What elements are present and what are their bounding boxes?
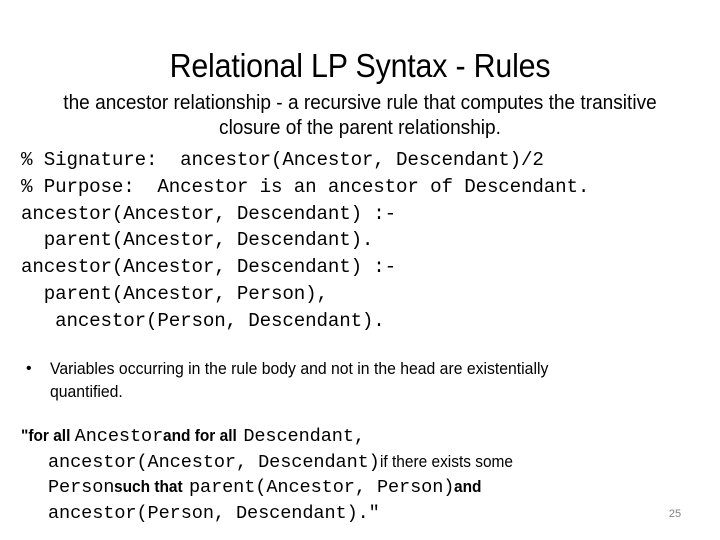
page-title: Relational LP Syntax - Rules xyxy=(169,47,551,84)
code-fragment: Ancestor xyxy=(74,426,164,447)
prose-fragment: and for all xyxy=(163,426,237,445)
slide: Relational LP Syntax - Rules the ancesto… xyxy=(0,0,720,540)
page-number: 25 xyxy=(668,508,682,520)
code-fragment: ancestor(Person, Descendant)." xyxy=(48,502,380,524)
code-line: ancestor(Ancestor, Descendant) :- xyxy=(21,256,397,279)
quote-line: Person such that parent(Ancestor, Person… xyxy=(21,475,711,501)
bullet-list: • Variables occurring in the rule body an… xyxy=(24,357,624,403)
quote-line: ancestor(Ancestor, Descendant) if there … xyxy=(21,450,711,476)
code-line: % Purpose: Ancestor is an ancestor of De… xyxy=(21,175,590,198)
code-fragment: Descendant, xyxy=(243,426,365,447)
code-fragment: ancestor(Ancestor, Descendant) xyxy=(48,451,380,473)
bullet-icon: • xyxy=(26,360,32,377)
list-item-label: Variables occurring in the rule body and… xyxy=(50,359,549,401)
prose-fragment: if there exists some xyxy=(379,451,513,471)
slide-subtitle: the ancestor relationship - a recursive … xyxy=(63,91,657,139)
code-line: ancestor(Ancestor, Descendant) :- xyxy=(21,202,397,225)
code-fragment: parent(Ancestor, Person) xyxy=(188,477,455,498)
list-item: • Variables occurring in the rule body an… xyxy=(24,357,624,403)
quote-line: ancestor(Person, Descendant)." xyxy=(21,501,711,527)
quote-line: "for all Ancestor and for all Descendant… xyxy=(21,424,711,450)
code-fragment: Person xyxy=(48,477,115,498)
code-block: % Signature: ancestor(Ancestor, Descenda… xyxy=(21,147,589,335)
prose-fragment: and xyxy=(454,477,482,496)
prose-fragment: such that xyxy=(114,477,183,496)
code-line: ancestor(Person, Descendant). xyxy=(21,309,385,332)
code-line: parent(Ancestor, Person), xyxy=(21,282,328,305)
code-line: parent(Ancestor, Descendant). xyxy=(21,229,374,252)
prose-fragment: "for all xyxy=(21,426,71,445)
quote-paragraph: "for all Ancestor and for all Descendant… xyxy=(21,424,711,526)
code-line: % Signature: ancestor(Ancestor, Descenda… xyxy=(21,149,544,171)
